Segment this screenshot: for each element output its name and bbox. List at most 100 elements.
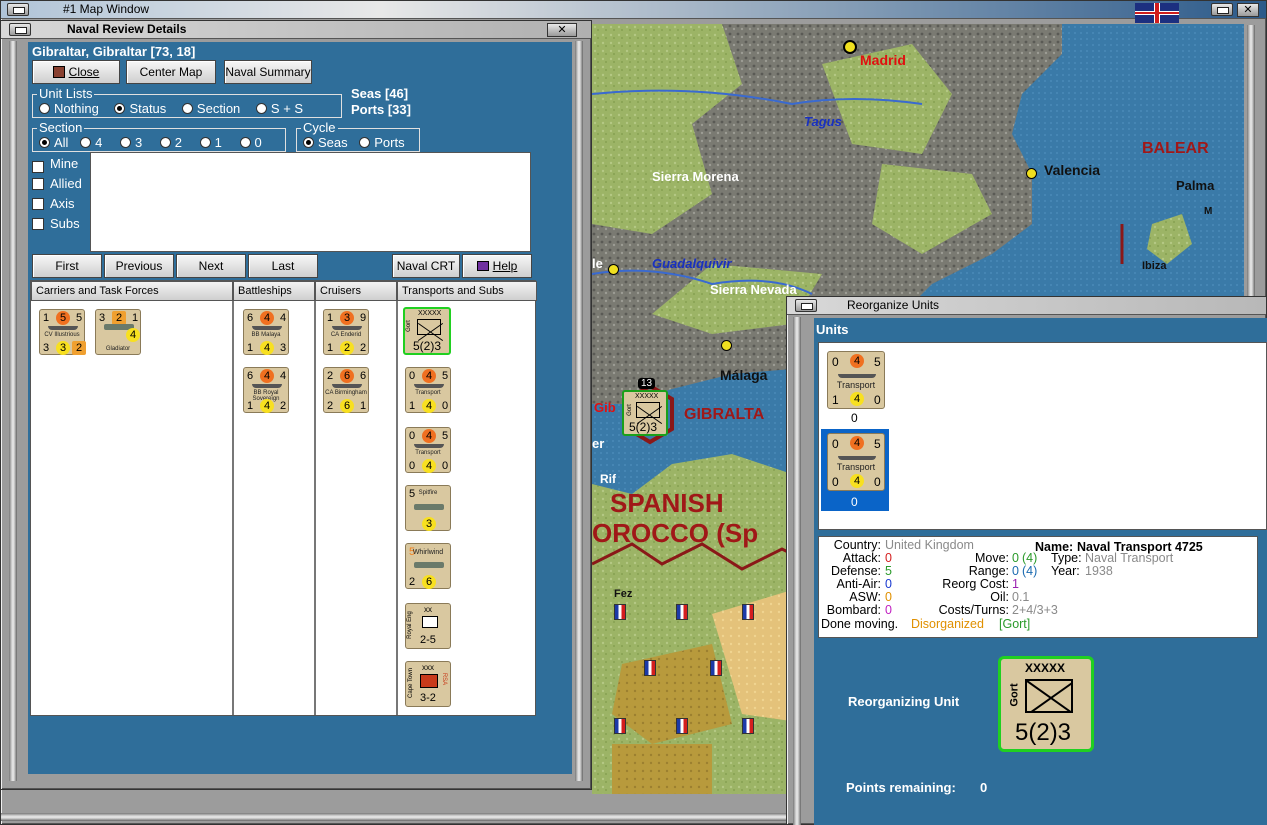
unit-counter-gort[interactable]: XXXXX Gort 5(2)3 [403, 307, 451, 355]
map-gort-counter[interactable]: XXXXX Gort 5(2)3 [622, 390, 668, 436]
unit-lists-legend: Unit Lists [37, 86, 95, 101]
unit-counter-ca-birmingham[interactable]: 2 6 6 CA Birmingham 2 6 1 [323, 367, 369, 413]
map-label-gibraltar: GIBRALTA [684, 406, 765, 423]
country-value: United Kingdom [885, 538, 974, 552]
reorg-unit-transport[interactable]: 0 4 5 Transport 1 4 0 [827, 351, 885, 409]
unit-counter-royal-eng[interactable]: xx Royal Eng 2-5 [405, 603, 451, 649]
counter-value: 0 [832, 355, 839, 369]
map-window-menu-button[interactable] [7, 3, 29, 16]
unit-list-section[interactable]: Section [181, 101, 241, 116]
city-marker-le[interactable] [608, 264, 619, 275]
naval-review-titlebar[interactable]: Naval Review Details [1, 21, 591, 39]
unit-counter-transport[interactable]: 0 4 5 Transport 1 4 0 [405, 367, 451, 413]
french-flag-icon [614, 718, 626, 734]
unit-counter-bb-malaya[interactable]: 6 4 4 BB Malaya 1 4 3 [243, 309, 289, 355]
filter-axis[interactable]: Axis [32, 194, 90, 214]
unit-counter-spitfire[interactable]: 5 Spitfire 3 [405, 485, 451, 531]
map-label-m: M [1204, 206, 1213, 217]
big-counter-top: XXXXX [1025, 661, 1066, 675]
unit-list-section-label: Section [196, 101, 241, 116]
section-3[interactable]: 3 [119, 135, 142, 150]
center-map-button[interactable]: Center Map [126, 60, 216, 84]
column-header-carriers-label: Carriers and Task Forces [36, 285, 159, 297]
units-list[interactable]: 0 4 5 Transport 1 4 0 0 0 4 5 Transport … [818, 342, 1267, 530]
unit-counter-cv-illustrious[interactable]: 1 5 5 CV Illustrious 3 3 2 [39, 309, 86, 355]
cycle-ports[interactable]: Ports [359, 135, 405, 150]
reorganize-titlebar[interactable]: Reorganize Units [787, 297, 1266, 315]
map-gort-name: Gort [626, 404, 633, 416]
unit-list-box[interactable] [90, 152, 531, 252]
cycle-seas[interactable]: Seas [303, 135, 348, 150]
column-header-transports[interactable]: Transports and Subs [397, 281, 537, 301]
naval-review-menu-button[interactable] [9, 23, 31, 36]
cruiser-icon [332, 326, 362, 330]
column-header-cruisers[interactable]: Cruisers [315, 281, 397, 301]
filter-mine[interactable]: ✓ Mine [32, 154, 90, 174]
reorganize-menu-button[interactable] [795, 299, 817, 312]
filter-allied[interactable]: Allied [32, 174, 90, 194]
previous-button[interactable]: Previous [104, 254, 174, 278]
last-button[interactable]: Last [248, 254, 318, 278]
counter-value: 6 [247, 370, 254, 382]
counter-value: 0 [874, 393, 881, 407]
unit-list-s-s[interactable]: S + S [255, 101, 303, 116]
city-marker-valencia[interactable] [1026, 168, 1037, 179]
section-all[interactable]: All [39, 135, 68, 150]
map-label-sierra-morena: Sierra Morena [652, 169, 739, 184]
counter-value: 2 [409, 576, 416, 588]
map-label-palma: Palma [1176, 178, 1215, 193]
section-2[interactable]: 2 [159, 135, 182, 150]
column-header-carriers[interactable]: Carriers and Task Forces [31, 281, 233, 301]
unit-list-nothing-label: Nothing [54, 101, 99, 116]
unit-list-nothing[interactable]: Nothing [39, 101, 99, 116]
unit-counter-cape-town[interactable]: xxx Cape Town RSA 3-2 [405, 661, 451, 707]
gort-link[interactable]: [Gort] [999, 618, 1030, 631]
unit-counter-bb-royal-sovereign[interactable]: 6 4 4 BB Royal Sovereign 1 4 2 [243, 367, 289, 413]
unit-counter-ca-enderid[interactable]: 1 3 9 CA Enderid 1 2 2 [323, 309, 369, 355]
next-button[interactable]: Next [176, 254, 246, 278]
counter-value: 4 [850, 436, 864, 450]
year-value: 1938 [1085, 564, 1113, 578]
cruiser-icon [332, 384, 362, 388]
map-label-malaga: Málaga [720, 367, 768, 383]
unit-counter-transport[interactable]: 0 4 5 Transport 0 4 0 [405, 427, 451, 473]
reorganizing-unit-counter[interactable]: XXXXX Gort 5(2)3 [998, 656, 1094, 752]
infantry-icon [417, 319, 441, 335]
city-marker-malaga[interactable] [721, 340, 732, 351]
unit-list-status[interactable]: Status [114, 101, 166, 116]
naval-crt-button[interactable]: Naval CRT [392, 254, 460, 278]
city-marker-madrid[interactable] [843, 40, 857, 54]
counter-value: 1 [43, 312, 50, 324]
battleship-icon [252, 384, 282, 388]
section-0[interactable]: 0 [239, 135, 262, 150]
counter-value: 0 [409, 370, 416, 382]
column-divider [396, 301, 398, 715]
unit-counter-whirlwind[interactable]: 5 Whirlwind 2 6 [405, 543, 451, 589]
naval-review-close-icon[interactable]: ✕ [547, 23, 577, 37]
counter-name: Transport [415, 450, 441, 456]
counter-value: 5 [76, 312, 83, 324]
section-4[interactable]: 4 [80, 135, 102, 150]
radio-icon [80, 137, 92, 148]
map-window-restore-button[interactable] [1211, 3, 1233, 16]
radio-icon [255, 103, 267, 114]
counter-value: 1 [360, 400, 367, 412]
map-label-ibiza: Ibiza [1142, 260, 1167, 272]
column-header-battleships[interactable]: Battleships [233, 281, 315, 301]
close-button[interactable]: Close [32, 60, 120, 84]
filter-allied-label: Allied [50, 176, 82, 191]
map-window-titlebar[interactable]: #1 Map Window [1, 1, 1266, 19]
counter-value: 4 [260, 311, 274, 325]
map-window-close-icon[interactable]: ✕ [1237, 3, 1259, 17]
filter-subs[interactable]: Subs [32, 214, 90, 234]
transport-ship-icon [414, 384, 444, 388]
unit-counter-gladiator[interactable]: 3 2 1 4 Gladiator [95, 309, 141, 355]
first-button[interactable]: First [32, 254, 102, 278]
counter-value: 0 [832, 475, 839, 489]
section-1[interactable]: 1 [199, 135, 222, 150]
naval-summary-button[interactable]: Naval Summary [224, 60, 312, 84]
help-button[interactable]: Help [462, 254, 532, 278]
reorg-unit-transport-selected[interactable]: 0 4 5 Transport 0 4 0 [827, 433, 885, 491]
counter-value: 4 [280, 370, 287, 382]
transport-ship-icon [414, 444, 444, 448]
